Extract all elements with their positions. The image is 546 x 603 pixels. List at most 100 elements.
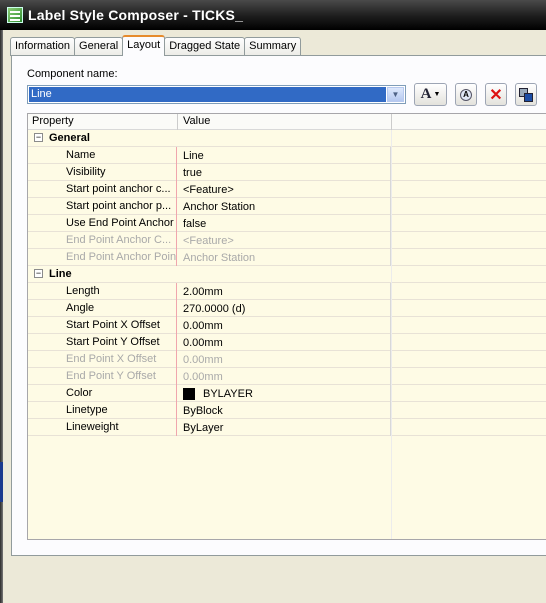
property-value-text: Anchor Station bbox=[183, 251, 256, 264]
property-name: Start Point Y Offset bbox=[46, 334, 177, 351]
property-value[interactable]: Anchor Station bbox=[178, 198, 391, 215]
property-name: Color bbox=[46, 385, 177, 402]
property-row[interactable]: Linetype ByBlock bbox=[28, 402, 546, 419]
property-row[interactable]: Lineweight ByLayer bbox=[28, 419, 546, 436]
property-value-text: <Feature> bbox=[183, 183, 234, 196]
property-value[interactable]: 0.00mm bbox=[178, 317, 391, 334]
tab-summary[interactable]: Summary bbox=[244, 37, 302, 56]
collapse-icon[interactable]: − bbox=[34, 269, 43, 278]
property-value: Anchor Station bbox=[178, 249, 391, 266]
property-value[interactable]: Line bbox=[178, 147, 391, 164]
property-value[interactable]: 270.0000 (d) bbox=[178, 300, 391, 317]
copy-component-button[interactable]: A bbox=[455, 83, 477, 106]
component-name-dropdown[interactable]: Line ▼ bbox=[27, 85, 406, 104]
title-bar: Label Style Composer - TICKS_ bbox=[0, 0, 546, 30]
property-name: Linetype bbox=[46, 402, 177, 419]
tab-information[interactable]: Information bbox=[10, 37, 76, 56]
draw-order-icon bbox=[519, 87, 533, 102]
property-value-text: Line bbox=[183, 149, 204, 162]
property-name: Start point anchor p... bbox=[46, 198, 177, 215]
property-name: Name bbox=[46, 147, 177, 164]
property-value[interactable]: 2.00mm bbox=[178, 283, 391, 300]
property-row: End Point X Offset 0.00mm bbox=[28, 351, 546, 368]
property-value-text: ByLayer bbox=[183, 421, 224, 434]
property-column-header: Property bbox=[32, 115, 74, 127]
category-label: Line bbox=[49, 268, 72, 280]
layout-panel: Component name: Line ▼ A ▼ A ✕ Property … bbox=[11, 55, 546, 556]
property-name: Angle bbox=[46, 300, 177, 317]
tab-strip: Information General Layout Dragged State… bbox=[10, 35, 302, 56]
property-name: Start point anchor c... bbox=[46, 181, 177, 198]
copy-component-icon: A bbox=[460, 88, 472, 101]
property-row[interactable]: Start point anchor p... Anchor Station bbox=[28, 198, 546, 215]
property-row: End Point Y Offset 0.00mm bbox=[28, 368, 546, 385]
property-name: End Point X Offset bbox=[46, 351, 177, 368]
property-value-text: 0.00mm bbox=[183, 370, 223, 383]
property-value-text: 0.00mm bbox=[183, 336, 223, 349]
property-value-text: false bbox=[183, 217, 207, 230]
property-value-text: Anchor Station bbox=[183, 200, 256, 213]
property-row[interactable]: Length 2.00mm bbox=[28, 283, 546, 300]
value-column-header: Value bbox=[183, 115, 211, 127]
property-name: End Point Anchor C... bbox=[46, 232, 177, 249]
property-value-text: ByBlock bbox=[183, 404, 223, 417]
property-name: Lineweight bbox=[46, 419, 177, 436]
property-row[interactable]: Angle 270.0000 (d) bbox=[28, 300, 546, 317]
property-row[interactable]: Start Point Y Offset 0.00mm bbox=[28, 334, 546, 351]
property-row[interactable]: Color BYLAYER bbox=[28, 385, 546, 402]
property-value-text: 0.00mm bbox=[183, 319, 223, 332]
category-label: General bbox=[49, 132, 90, 144]
property-value-text: 270.0000 (d) bbox=[183, 302, 246, 315]
property-row: End Point Anchor C... <Feature> bbox=[28, 232, 546, 249]
property-value-text: 2.00mm bbox=[183, 285, 223, 298]
app-icon bbox=[7, 7, 23, 23]
property-row[interactable]: Use End Point Anchor false bbox=[28, 215, 546, 232]
create-text-component-button[interactable]: A ▼ bbox=[414, 83, 447, 106]
property-name: Start Point X Offset bbox=[46, 317, 177, 334]
property-value[interactable]: ByBlock bbox=[178, 402, 391, 419]
delete-component-button[interactable]: ✕ bbox=[485, 83, 507, 106]
property-value[interactable]: ByLayer bbox=[178, 419, 391, 436]
property-row[interactable]: Start point anchor c... <Feature> bbox=[28, 181, 546, 198]
chevron-down-icon: ▼ bbox=[433, 91, 441, 98]
property-value: 0.00mm bbox=[178, 351, 391, 368]
property-value[interactable]: true bbox=[178, 164, 391, 181]
property-value-text: BYLAYER bbox=[203, 387, 253, 400]
property-value-text: 0.00mm bbox=[183, 353, 223, 366]
component-name-label: Component name: bbox=[27, 68, 118, 80]
delete-icon: ✕ bbox=[489, 86, 503, 104]
property-value[interactable]: BYLAYER bbox=[178, 385, 391, 402]
property-name: Length bbox=[46, 283, 177, 300]
property-row[interactable]: Name Line bbox=[28, 147, 546, 164]
grid-header: Property Value bbox=[28, 114, 546, 130]
property-grid: Property Value − General Name Line Visibilit… bbox=[27, 113, 546, 540]
grid-body: − General Name Line Visibility true Start poin… bbox=[28, 130, 546, 436]
property-value[interactable]: false bbox=[178, 215, 391, 232]
window-title: Label Style Composer - TICKS_ bbox=[28, 7, 244, 23]
tab-general[interactable]: General bbox=[74, 37, 124, 56]
property-row[interactable]: Start Point X Offset 0.00mm bbox=[28, 317, 546, 334]
property-value-text: <Feature> bbox=[183, 234, 234, 247]
left-window-edge bbox=[0, 30, 3, 603]
collapse-icon[interactable]: − bbox=[34, 133, 43, 142]
color-swatch bbox=[183, 387, 195, 400]
property-name: Use End Point Anchor bbox=[46, 215, 177, 232]
property-row[interactable]: Visibility true bbox=[28, 164, 546, 181]
property-name: End Point Y Offset bbox=[46, 368, 177, 385]
text-component-icon: A bbox=[420, 86, 432, 102]
property-row: End Point Anchor Point Anchor Station bbox=[28, 249, 546, 266]
draw-order-button[interactable] bbox=[515, 83, 537, 106]
category-line[interactable]: − Line bbox=[28, 266, 546, 283]
property-name: End Point Anchor Point bbox=[46, 249, 177, 266]
property-value[interactable]: <Feature> bbox=[178, 181, 391, 198]
property-value-text: true bbox=[183, 166, 202, 179]
tab-dragged-state[interactable]: Dragged State bbox=[164, 37, 246, 56]
property-value[interactable]: 0.00mm bbox=[178, 334, 391, 351]
property-name: Visibility bbox=[46, 164, 177, 181]
chevron-down-icon[interactable]: ▼ bbox=[387, 87, 404, 102]
category-general[interactable]: − General bbox=[28, 130, 546, 147]
property-value: 0.00mm bbox=[178, 368, 391, 385]
tab-layout[interactable]: Layout bbox=[122, 35, 166, 56]
component-name-value: Line bbox=[29, 87, 386, 102]
property-value: <Feature> bbox=[178, 232, 391, 249]
